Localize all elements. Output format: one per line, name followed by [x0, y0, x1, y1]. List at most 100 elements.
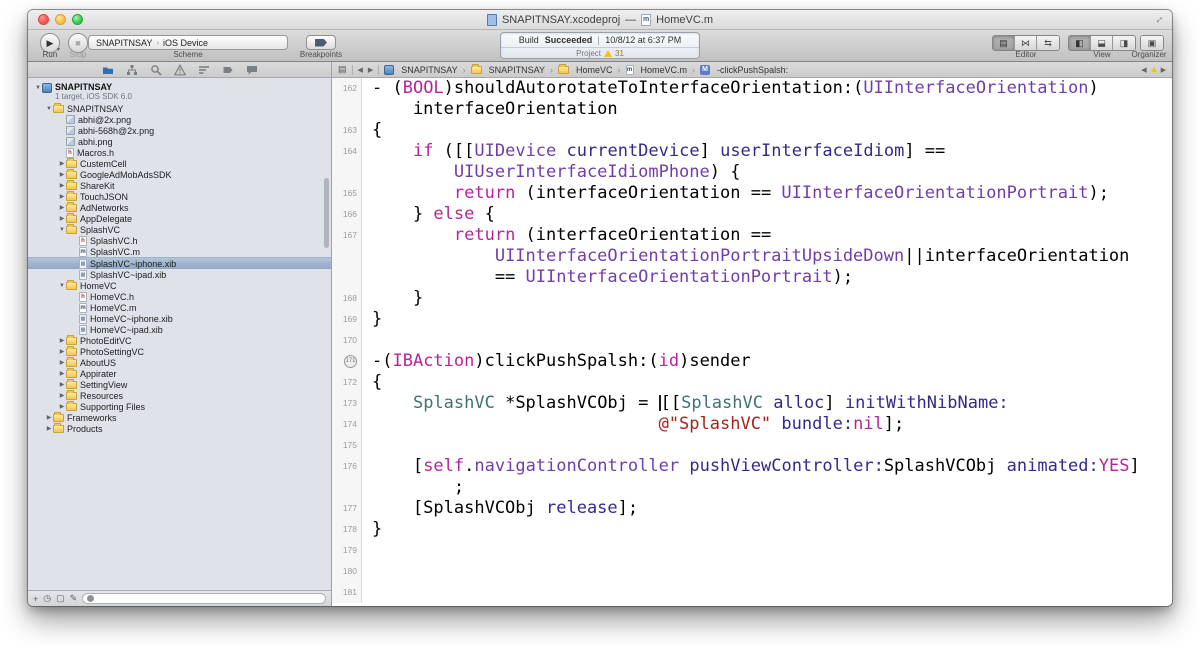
toggle-debug-area-button[interactable]: ◧ [1091, 36, 1113, 50]
navigator-item[interactable]: ▼SplashVC [28, 224, 331, 235]
navigator-item[interactable]: mSplashVC.m [28, 246, 331, 257]
project-navigator-icon[interactable] [101, 64, 115, 76]
navigator-item[interactable]: abhi.png [28, 136, 331, 147]
line-number[interactable]: 174 [332, 414, 362, 435]
navigator-item[interactable]: ▶AppDelegate [28, 213, 331, 224]
navigator-scrollbar[interactable] [324, 178, 329, 248]
code-line[interactable]: 167 return (interfaceOrientation == [332, 225, 1172, 246]
issue-navigator-icon[interactable] [173, 64, 187, 76]
navigator-item[interactable]: abhi-568h@2x.png [28, 125, 331, 136]
navigator-item[interactable]: mHomeVC.m [28, 302, 331, 313]
navigator-item[interactable]: ▶GoogleAdMobAdsSDK [28, 169, 331, 180]
navigator-item[interactable]: ▼SNAPITNSAY [28, 103, 331, 114]
edited-files-icon[interactable]: ✎ [70, 593, 78, 604]
add-icon[interactable]: + [33, 594, 38, 604]
disclosure-closed-icon[interactable]: ▶ [58, 381, 66, 388]
disclosure-closed-icon[interactable]: ▶ [58, 204, 66, 211]
code-line[interactable]: 175 [332, 435, 1172, 456]
navigator-item[interactable]: ▦SplashVC~iphone.xib [28, 257, 331, 269]
code-line[interactable]: UIInterfaceOrientationPortraitUpsideDown… [332, 246, 1172, 267]
disclosure-closed-icon[interactable]: ▶ [45, 414, 53, 421]
search-navigator-icon[interactable] [149, 64, 163, 76]
line-number[interactable] [332, 99, 362, 120]
line-number[interactable]: 180 [332, 561, 362, 582]
disclosure-closed-icon[interactable]: ▶ [58, 359, 66, 366]
line-number[interactable]: 179 [332, 540, 362, 561]
code-line[interactable]: ; [332, 477, 1172, 498]
navigator-item[interactable]: ▶ShareKit [28, 180, 331, 191]
project-root-row[interactable]: ▼ SNAPITNSAY 1 target, iOS SDK 6.0 [28, 81, 331, 103]
zoom-button[interactable] [72, 14, 83, 25]
navigator-item[interactable]: ▶Resources [28, 390, 331, 401]
organizer-button[interactable]: ▣ [1141, 36, 1163, 50]
code-line[interactable]: 179 [332, 540, 1172, 561]
disclosure-closed-icon[interactable]: ▶ [58, 370, 66, 377]
navigator-item[interactable]: ▦HomeVC~ipad.xib [28, 324, 331, 335]
recent-files-icon[interactable]: ◷ [43, 593, 51, 604]
line-number[interactable]: 167 [332, 225, 362, 246]
line-number[interactable]: 171 [332, 351, 362, 372]
jumpbar-segment[interactable]: HomeVC [558, 65, 613, 75]
navigator-item[interactable]: ▦HomeVC~iphone.xib [28, 313, 331, 324]
code-line[interactable]: 174 @"SplashVC" bundle:nil]; [332, 414, 1172, 435]
line-number[interactable] [332, 162, 362, 183]
line-number[interactable]: 163 [332, 120, 362, 141]
related-files-icon[interactable]: ▤ [338, 64, 347, 75]
line-number[interactable]: 178 [332, 519, 362, 540]
navigator-item[interactable]: ▶AdNetworks [28, 202, 331, 213]
activity-viewer[interactable]: Build Succeeded 10/8/12 at 6:37 PM Proje… [500, 32, 700, 59]
breakpoint-navigator-icon[interactable] [221, 64, 235, 76]
breakpoints-button[interactable] [306, 35, 336, 50]
minimize-button[interactable] [55, 14, 66, 25]
line-number[interactable] [332, 246, 362, 267]
navigator-item[interactable]: ▼HomeVC [28, 280, 331, 291]
line-number[interactable] [332, 477, 362, 498]
navigator-item[interactable]: ▶PhotoSettingVC [28, 346, 331, 357]
disclosure-closed-icon[interactable]: ▶ [58, 348, 66, 355]
disclosure-closed-icon[interactable]: ▶ [58, 215, 66, 222]
line-number[interactable] [332, 267, 362, 288]
disclosure-closed-icon[interactable]: ▶ [45, 425, 53, 432]
line-number[interactable]: 169 [332, 309, 362, 330]
navigator-item[interactable]: ▶Products [28, 423, 331, 434]
debug-navigator-icon[interactable] [197, 64, 211, 76]
navigator-item[interactable]: ▶Frameworks [28, 412, 331, 423]
navigator-item[interactable]: hSplashVC.h [28, 235, 331, 246]
code-line[interactable]: 169} [332, 309, 1172, 330]
code-line[interactable]: 166 } else { [332, 204, 1172, 225]
code-line[interactable]: 164 if ([[UIDevice currentDevice] userIn… [332, 141, 1172, 162]
disclosure-closed-icon[interactable]: ▶ [58, 403, 66, 410]
code-line[interactable]: 170 [332, 330, 1172, 351]
disclosure-closed-icon[interactable]: ▶ [58, 193, 66, 200]
navigator-item[interactable]: abhi@2x.png [28, 114, 331, 125]
toggle-utilities-button[interactable]: ◨ [1113, 36, 1135, 50]
disclosure-open-icon[interactable]: ▼ [34, 85, 42, 91]
code-line[interactable]: == UIInterfaceOrientationPortrait); [332, 267, 1172, 288]
disclosure-open-icon[interactable]: ▼ [58, 227, 66, 233]
line-number[interactable]: 168 [332, 288, 362, 309]
ibaction-connection-badge[interactable]: 171 [344, 355, 357, 368]
log-navigator-icon[interactable] [245, 64, 259, 76]
line-number[interactable]: 181 [332, 582, 362, 603]
source-editor[interactable]: 162- (BOOL)shouldAutorotateToInterfaceOr… [332, 78, 1172, 606]
line-number[interactable]: 176 [332, 456, 362, 477]
fullscreen-icon[interactable]: ↔ [1150, 11, 1166, 27]
scheme-selector[interactable]: SNAPITNSAY › iOS Device [88, 35, 288, 50]
line-number[interactable]: 172 [332, 372, 362, 393]
disclosure-open-icon[interactable]: ▼ [58, 283, 66, 289]
navigator-item[interactable]: ▶TouchJSON [28, 191, 331, 202]
navigator-item[interactable]: ▶SettingView [28, 379, 331, 390]
navigator-item[interactable]: ▶PhotoEditVC [28, 335, 331, 346]
close-button[interactable] [38, 14, 49, 25]
code-line[interactable]: 165 return (interfaceOrientation == UIIn… [332, 183, 1172, 204]
jumpbar-segment[interactable]: mHomeVC.m [626, 65, 688, 75]
disclosure-closed-icon[interactable]: ▶ [58, 160, 66, 167]
code-line[interactable]: 177 [SplashVCObj release]; [332, 498, 1172, 519]
jumpbar-segment[interactable]: SNAPITNSAY [471, 65, 545, 75]
history-forward-icon[interactable]: ▶ [368, 66, 373, 74]
scm-status-icon[interactable]: ▢ [56, 593, 65, 604]
code-line[interactable]: 181 [332, 582, 1172, 603]
line-number[interactable]: 175 [332, 435, 362, 456]
disclosure-open-icon[interactable]: ▼ [45, 106, 53, 112]
code-line[interactable]: 173 SplashVC *SplashVCObj = [[SplashVC a… [332, 393, 1172, 414]
